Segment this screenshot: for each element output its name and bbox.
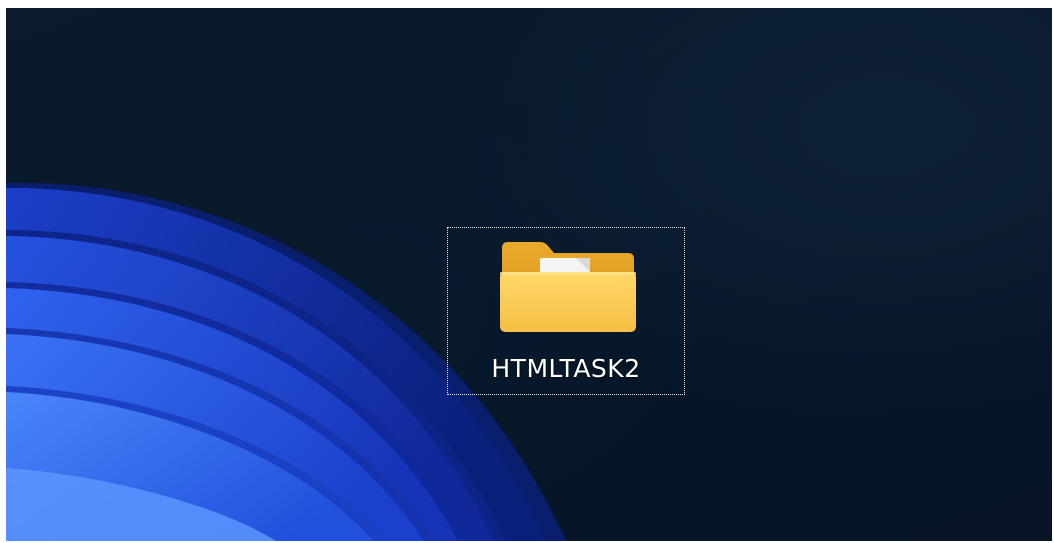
desktop-icon-htmltask2[interactable]: HTMLTASK2 <box>447 227 685 395</box>
desktop[interactable]: HTMLTASK2 <box>6 8 1052 541</box>
folder-icon <box>500 242 636 332</box>
screenshot-frame: HTMLTASK2 <box>0 0 1054 543</box>
desktop-icon-label: HTMLTASK2 <box>491 354 641 383</box>
